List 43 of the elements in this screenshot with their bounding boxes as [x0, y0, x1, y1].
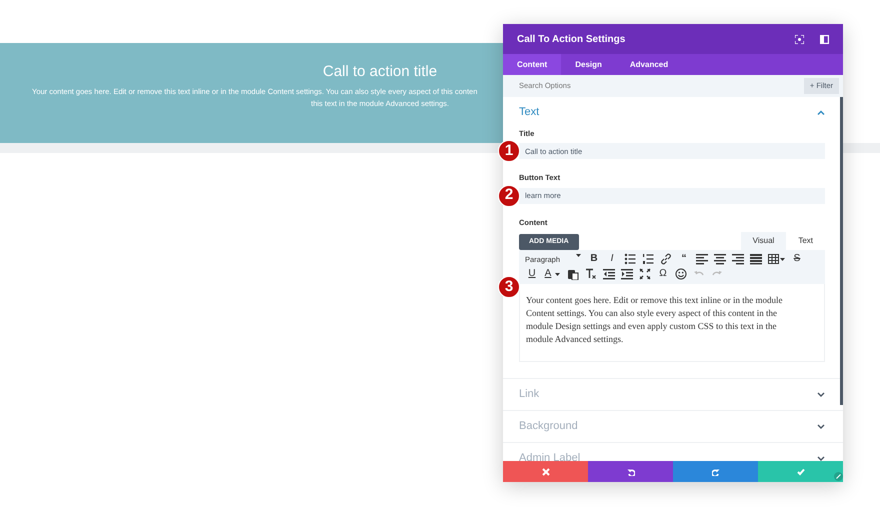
undo-icon [626, 468, 634, 476]
justify-icon[interactable] [750, 253, 762, 266]
settings-tab[interactable]: Content [503, 54, 562, 75]
bold-button[interactable]: B [585, 252, 603, 266]
text-color-button[interactable]: A [541, 267, 555, 282]
caret-icon[interactable] [576, 254, 581, 257]
editor-tab[interactable]: Visual [740, 232, 786, 250]
close-icon [542, 468, 550, 476]
paste-icon[interactable] [567, 268, 579, 280]
panel-title: Call To Action Settings [517, 32, 626, 46]
indent-icon[interactable] [621, 268, 633, 280]
blockquote-button[interactable]: “ [675, 252, 693, 266]
underline-button[interactable]: U [523, 267, 541, 282]
redo-icon [712, 468, 720, 476]
cta-title: Call to action title [322, 63, 438, 81]
strikethrough-button[interactable]: S [788, 252, 806, 266]
caret-icon[interactable] [780, 258, 785, 261]
bullet-list-icon[interactable] [624, 253, 636, 266]
italic-button[interactable]: I [603, 252, 621, 266]
check-icon [796, 468, 804, 476]
outdent-icon[interactable] [603, 268, 615, 280]
resize-handle-icon[interactable] [834, 472, 843, 481]
expand-icon[interactable] [817, 424, 825, 429]
numbered-list-icon[interactable] [642, 253, 654, 266]
section-title[interactable]: Text [519, 104, 540, 121]
emoji-icon[interactable] [675, 268, 687, 280]
sidebar-icon[interactable] [820, 34, 829, 44]
settings-tab[interactable]: Advanced [616, 54, 682, 75]
focus-icon[interactable] [795, 34, 804, 44]
clear-format-icon[interactable] [585, 268, 597, 280]
align-center-icon[interactable] [714, 253, 726, 266]
table-icon[interactable] [768, 253, 780, 266]
collapse-icon[interactable] [817, 110, 825, 115]
scrollbar-thumb[interactable] [840, 97, 843, 405]
expand-icon[interactable] [817, 456, 825, 461]
align-right-icon[interactable] [732, 253, 744, 266]
fullscreen-icon[interactable] [639, 268, 651, 280]
special-character-button[interactable]: Ω [654, 267, 672, 282]
align-left-icon[interactable] [696, 253, 708, 266]
expand-icon[interactable] [817, 392, 825, 397]
settings-tab[interactable]: Design [561, 54, 616, 75]
link-icon[interactable] [660, 253, 672, 266]
caret-icon[interactable] [555, 272, 560, 276]
